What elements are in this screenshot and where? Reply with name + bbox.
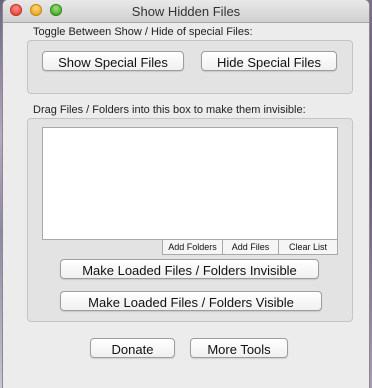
hide-special-files-button[interactable]: Hide Special Files xyxy=(201,51,337,71)
more-tools-button[interactable]: More Tools xyxy=(190,338,288,358)
add-files-button[interactable]: Add Files xyxy=(222,239,279,255)
file-drop-list[interactable] xyxy=(42,127,338,240)
add-folders-button[interactable]: Add Folders xyxy=(162,239,223,255)
make-visible-button[interactable]: Make Loaded Files / Folders Visible xyxy=(60,291,322,311)
donate-button[interactable]: Donate xyxy=(90,338,175,358)
title-bar[interactable]: Show Hidden Files xyxy=(3,0,369,23)
app-window: Show Hidden Files Toggle Between Show / … xyxy=(3,0,369,388)
clear-list-button[interactable]: Clear List xyxy=(278,239,338,255)
toggle-caption: Toggle Between Show / Hide of special Fi… xyxy=(33,26,253,38)
show-special-files-button[interactable]: Show Special Files xyxy=(42,51,184,71)
drop-caption: Drag Files / Folders into this box to ma… xyxy=(33,104,306,116)
window-title: Show Hidden Files xyxy=(131,4,241,19)
make-invisible-button[interactable]: Make Loaded Files / Folders Invisible xyxy=(60,259,319,279)
